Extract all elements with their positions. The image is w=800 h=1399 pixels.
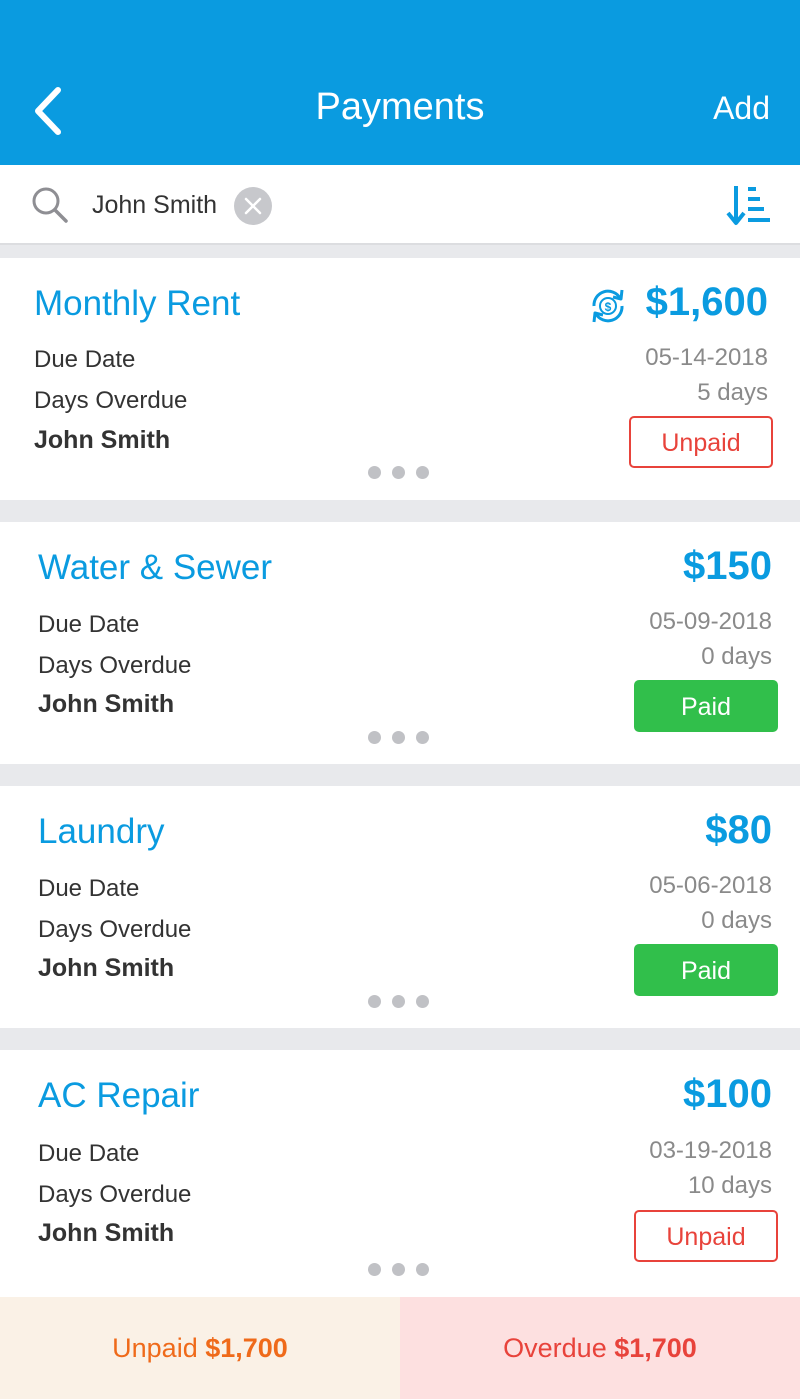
- unpaid-total-value: $1,700: [205, 1333, 288, 1363]
- days-overdue-value: 10 days: [687, 1172, 772, 1199]
- app-header: Payments Add: [0, 0, 800, 165]
- payment-card[interactable]: AC Repair $100 Due Date 03-19-2018 Days …: [0, 1050, 800, 1297]
- summary-footer: Unpaid $1,700 Overdue $1,700: [0, 1297, 800, 1399]
- recurring-payment-icon: $: [592, 289, 624, 323]
- due-date-label: Due Date: [38, 875, 140, 902]
- page-title: Payments: [315, 86, 485, 128]
- payment-amount: $150: [683, 544, 772, 588]
- status-badge-unpaid[interactable]: Unpaid: [629, 416, 773, 468]
- search-icon: [32, 187, 68, 223]
- days-overdue-label: Days Overdue: [38, 1181, 192, 1208]
- due-date-value: 05-14-2018: [645, 344, 768, 371]
- add-button[interactable]: Add: [713, 90, 770, 127]
- payment-card[interactable]: Water & Sewer $150 Due Date 05-09-2018 D…: [0, 522, 800, 764]
- unpaid-total[interactable]: Unpaid $1,700: [0, 1297, 400, 1399]
- payment-name: Laundry: [38, 812, 165, 851]
- payment-owner: John Smith: [38, 954, 175, 982]
- payment-owner: John Smith: [38, 690, 175, 718]
- due-date-value: 05-09-2018: [649, 608, 772, 635]
- payment-card[interactable]: Laundry $80 Due Date 05-06-2018 Days Ove…: [0, 786, 800, 1028]
- days-overdue-value: 5 days: [697, 379, 768, 406]
- more-options-icon[interactable]: [368, 729, 434, 745]
- due-date-label: Due Date: [38, 1140, 140, 1167]
- unpaid-total-label: Unpaid: [112, 1333, 198, 1363]
- days-overdue-value: 0 days: [701, 643, 772, 670]
- payment-amount: $100: [683, 1072, 772, 1116]
- more-options-icon[interactable]: [368, 464, 434, 480]
- status-badge-paid[interactable]: Paid: [634, 944, 778, 996]
- status-badge-unpaid[interactable]: Unpaid: [634, 1210, 778, 1262]
- overdue-total-label: Overdue: [503, 1333, 607, 1363]
- more-options-icon[interactable]: [368, 1261, 434, 1277]
- payment-name: AC Repair: [38, 1076, 200, 1115]
- payment-amount: $1,600: [645, 280, 768, 324]
- payment-owner: John Smith: [38, 1219, 175, 1247]
- search-input[interactable]: John Smith: [92, 191, 217, 220]
- clear-icon[interactable]: [234, 187, 272, 225]
- search-bar: John Smith: [0, 165, 800, 245]
- payment-amount: $80: [705, 808, 772, 852]
- sort-icon[interactable]: [726, 182, 772, 228]
- days-overdue-label: Days Overdue: [38, 652, 192, 679]
- payment-card[interactable]: Monthly Rent $ $1,600 Due Date 05-14-201…: [0, 258, 800, 500]
- days-overdue-value: 0 days: [701, 907, 772, 934]
- payment-owner: John Smith: [34, 426, 171, 454]
- overdue-total[interactable]: Overdue $1,700: [400, 1297, 800, 1399]
- due-date-value: 05-06-2018: [649, 872, 772, 899]
- due-date-value: 03-19-2018: [649, 1137, 772, 1164]
- payment-name: Monthly Rent: [34, 284, 241, 323]
- overdue-total-value: $1,700: [614, 1333, 697, 1363]
- due-date-label: Due Date: [34, 346, 136, 373]
- status-badge-paid[interactable]: Paid: [634, 680, 778, 732]
- days-overdue-label: Days Overdue: [34, 387, 188, 414]
- more-options-icon[interactable]: [368, 993, 434, 1009]
- payment-name: Water & Sewer: [38, 548, 273, 587]
- due-date-label: Due Date: [38, 611, 140, 638]
- days-overdue-label: Days Overdue: [38, 916, 192, 943]
- svg-text:$: $: [605, 300, 612, 314]
